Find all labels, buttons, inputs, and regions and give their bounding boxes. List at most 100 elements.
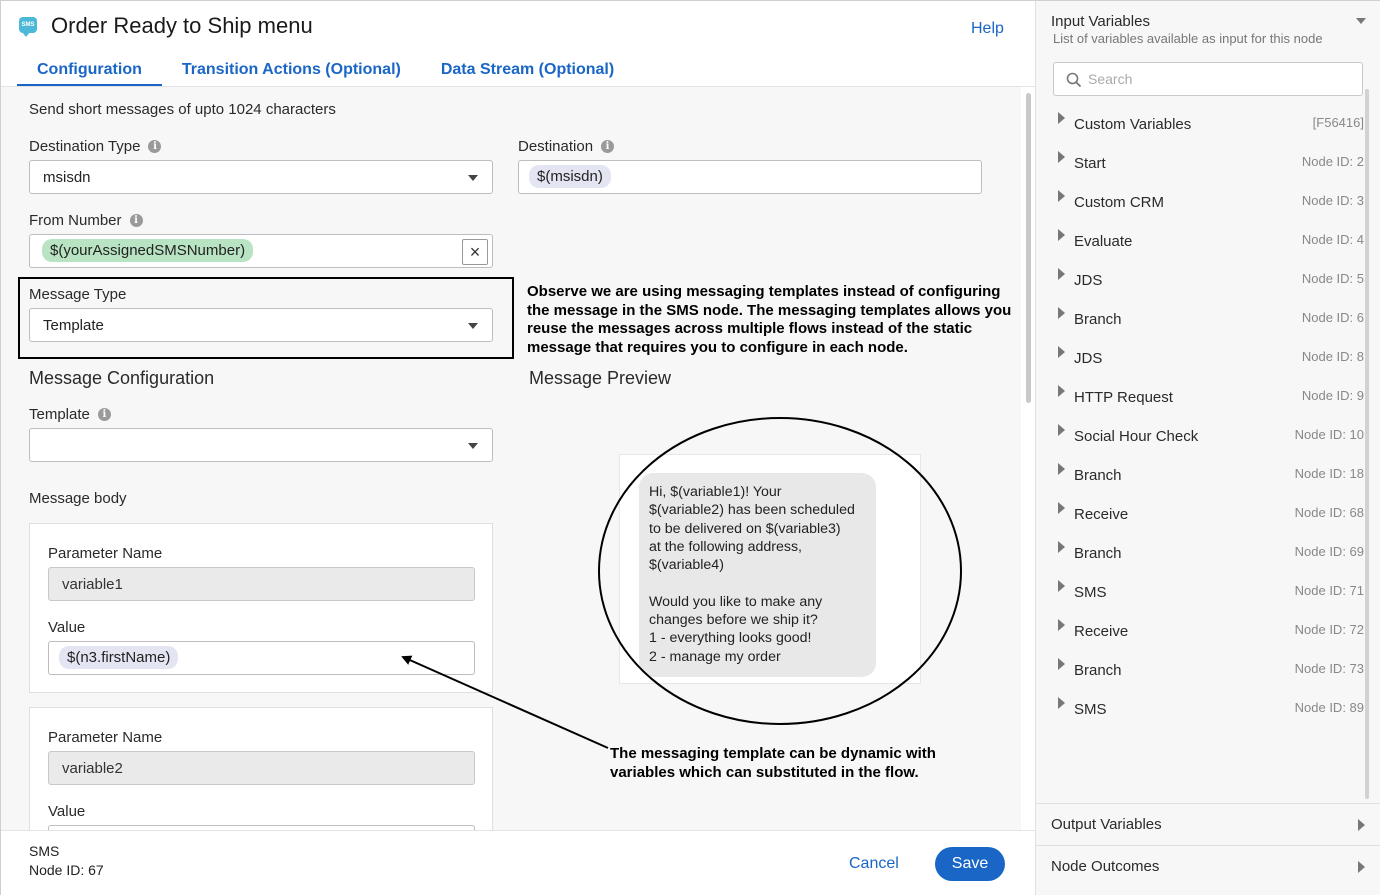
destination-label: Destination i: [518, 138, 615, 155]
node-id-label: Node ID: 67: [29, 862, 104, 878]
node-description: Send short messages of upto 1024 charact…: [29, 101, 336, 118]
from-number-variable-chip[interactable]: $(yourAssignedSMSNumber): [42, 239, 254, 262]
node-outcomes-section[interactable]: Node Outcomes: [1036, 845, 1380, 887]
collapse-chevron-icon[interactable]: [1356, 18, 1366, 24]
variable-group-item[interactable]: Custom Variables [F56416]: [1036, 103, 1366, 142]
clear-icon[interactable]: ×: [462, 239, 488, 265]
save-button[interactable]: Save: [935, 847, 1005, 881]
variable-group-name: Branch: [1074, 311, 1122, 328]
variable-group-name: HTTP Request: [1074, 389, 1173, 406]
from-number-input[interactable]: $(yourAssignedSMSNumber) ×: [29, 234, 493, 268]
tab-bar: Configuration Transition Actions (Option…: [17, 55, 634, 87]
variable-group-name: Branch: [1074, 662, 1122, 679]
variable-group-node-id: Node ID: 71: [1294, 583, 1364, 598]
node-type-label: SMS: [29, 843, 60, 859]
variable-group-name: JDS: [1074, 272, 1103, 289]
parameter-card: Parameter Name variable2 Value: [29, 707, 493, 830]
destination-type-select[interactable]: msisdn: [29, 160, 493, 194]
search-icon: [1066, 72, 1082, 88]
input-variables-subtitle: List of variables available as input for…: [1053, 31, 1323, 46]
chevron-down-icon: [468, 175, 478, 181]
variables-scrollbar[interactable]: [1365, 89, 1369, 799]
output-variables-section[interactable]: Output Variables: [1036, 803, 1380, 845]
chevron-right-icon: [1358, 819, 1365, 831]
variable-group-node-id: Node ID: 69: [1294, 544, 1364, 559]
parameter-value-chip[interactable]: $(n3.firstName): [59, 646, 179, 669]
search-input[interactable]: [1088, 69, 1348, 89]
message-body-title: Message body: [29, 490, 127, 507]
expand-triangle-icon: [1058, 424, 1065, 436]
page-title: Order Ready to Ship menu: [51, 13, 313, 38]
info-icon[interactable]: i: [97, 408, 111, 421]
variable-group-item[interactable]: Start Node ID: 2: [1036, 142, 1366, 181]
tab-configuration[interactable]: Configuration: [17, 55, 162, 87]
parameter-value-input[interactable]: $(n3.firstName): [48, 641, 475, 675]
expand-triangle-icon: [1058, 697, 1065, 709]
variable-group-name: Social Hour Check: [1074, 428, 1199, 445]
footer-bar: SMS Node ID: 67 Cancel Save: [1, 830, 1035, 895]
sms-node-editor: SMS Order Ready to Ship menu Help Config…: [0, 0, 1380, 895]
parameter-name-field: variable2: [48, 751, 475, 785]
info-icon[interactable]: i: [601, 140, 615, 153]
tab-data-stream[interactable]: Data Stream (Optional): [421, 55, 634, 87]
expand-triangle-icon: [1058, 658, 1065, 670]
parameter-name-label: Parameter Name: [48, 729, 163, 746]
variable-group-node-id: Node ID: 4: [1301, 232, 1364, 247]
variable-group-item[interactable]: Custom CRM Node ID: 3: [1036, 181, 1366, 220]
info-icon[interactable]: i: [129, 214, 143, 227]
variable-group-item[interactable]: Branch Node ID: 73: [1036, 649, 1366, 688]
variable-group-item[interactable]: Branch Node ID: 6: [1036, 298, 1366, 337]
list-fade-overlay: [1036, 716, 1366, 746]
message-type-value: Template: [43, 317, 104, 334]
variable-group-item[interactable]: Receive Node ID: 68: [1036, 493, 1366, 532]
expand-triangle-icon: [1058, 268, 1065, 280]
tab-transition-actions[interactable]: Transition Actions (Optional): [162, 55, 421, 87]
expand-triangle-icon: [1058, 541, 1065, 553]
variable-group-item[interactable]: Branch Node ID: 69: [1036, 532, 1366, 571]
variable-search[interactable]: [1053, 62, 1363, 96]
variable-list: Custom Variables [F56416] Start Node ID: 2 C…: [1036, 101, 1366, 746]
destination-type-label: Destination Type i: [29, 138, 162, 155]
template-select[interactable]: [29, 428, 493, 462]
variable-group-node-id: Node ID: 3: [1301, 193, 1364, 208]
destination-variable-chip[interactable]: $(msisdn): [529, 165, 611, 188]
expand-triangle-icon: [1058, 307, 1065, 319]
variable-group-item[interactable]: Receive Node ID: 72: [1036, 610, 1366, 649]
variable-group-node-id: Node ID: 68: [1294, 505, 1364, 520]
info-icon[interactable]: i: [148, 140, 162, 153]
destination-label-text: Destination: [518, 138, 594, 155]
message-configuration-title: Message Configuration: [29, 368, 215, 388]
variable-group-name: Start: [1074, 155, 1106, 172]
main-scrollbar[interactable]: [1026, 93, 1031, 403]
variable-group-name: Evaluate: [1074, 233, 1133, 250]
variable-group-item[interactable]: Branch Node ID: 18: [1036, 454, 1366, 493]
variable-group-node-id: Node ID: 72: [1294, 622, 1364, 637]
cancel-button[interactable]: Cancel: [849, 855, 899, 873]
parameter-name-field: variable1: [48, 567, 475, 601]
variable-group-item[interactable]: Social Hour Check Node ID: 10: [1036, 415, 1366, 454]
expand-triangle-icon: [1058, 463, 1065, 475]
from-number-label-text: From Number: [29, 212, 122, 229]
variable-group-item[interactable]: HTTP Request Node ID: 9: [1036, 376, 1366, 415]
help-link[interactable]: Help: [971, 20, 1004, 38]
expand-triangle-icon: [1058, 502, 1065, 514]
variable-group-name: SMS: [1074, 584, 1107, 601]
expand-triangle-icon: [1058, 112, 1065, 124]
expand-triangle-icon: [1058, 151, 1065, 163]
destination-input[interactable]: $(msisdn): [518, 160, 982, 194]
expand-triangle-icon: [1058, 346, 1065, 358]
expand-triangle-icon: [1058, 619, 1065, 631]
template-annotation: Observe we are using messaging templates…: [527, 283, 1012, 356]
message-preview-bubble: Hi, $(variable1)! Your $(variable2) has …: [639, 473, 876, 677]
variable-group-item[interactable]: Evaluate Node ID: 4: [1036, 220, 1366, 259]
destination-type-value: msisdn: [43, 169, 91, 186]
variable-group-item[interactable]: JDS Node ID: 8: [1036, 337, 1366, 376]
template-label-text: Template: [29, 406, 90, 423]
variable-group-node-id: Node ID: 9: [1301, 388, 1364, 403]
template-label: Template i: [29, 406, 111, 423]
variable-group-node-id: Node ID: 5: [1301, 271, 1364, 286]
message-type-select[interactable]: Template: [29, 308, 493, 342]
variable-group-name: Custom Variables: [1074, 116, 1192, 133]
variable-group-item[interactable]: JDS Node ID: 5: [1036, 259, 1366, 298]
variable-group-item[interactable]: SMS Node ID: 71: [1036, 571, 1366, 610]
